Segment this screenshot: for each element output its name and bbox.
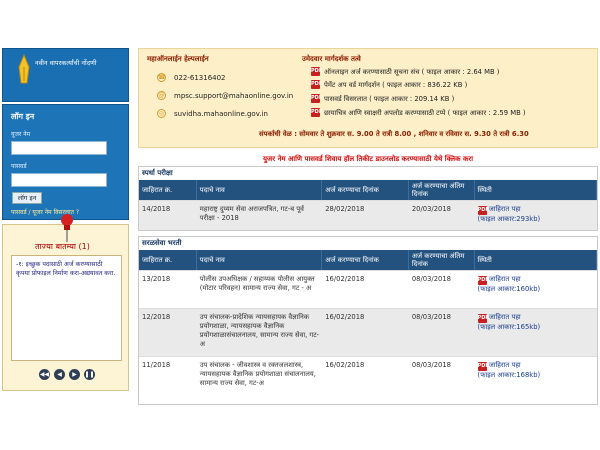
status-cell: PDF जाहिरात पहा (फाइल आकार:160kb) <box>477 275 541 293</box>
table-header: जाहिरात क्र. पदाचे नाव अर्ज करण्याचा दिन… <box>139 250 597 270</box>
phone-row: ☎ 022-61316402 <box>157 73 226 82</box>
phone-icon: ☎ <box>157 73 166 82</box>
view-advertisement-link[interactable]: जाहिरात पहा <box>489 361 521 369</box>
pdf-icon: PDF <box>477 276 489 285</box>
col-start-date: अर्ज करण्याचा दिनांक <box>322 180 409 200</box>
email-icon: @ <box>157 91 166 100</box>
contact-hours: संपर्काची वेळ : सोमवार ते शुक्रवार स. 9.… <box>259 130 529 138</box>
globe-icon: ◎ <box>157 109 166 118</box>
username-label: यूजर नेम <box>11 131 31 138</box>
previous-icon[interactable]: ◀ <box>54 369 65 380</box>
top-strip <box>0 0 600 44</box>
login-title: लॉग इन <box>11 112 35 121</box>
pdf-icon: PDF <box>477 362 489 371</box>
table-row: 12/2018 उप संचालक-प्रादेशिक न्यायसहायक व… <box>139 308 597 356</box>
section-title: स्पर्धा परीक्षा <box>139 167 597 180</box>
status-cell: PDF जाहिरात पहा (फाइल आकार:165kb) <box>477 313 541 331</box>
email-address[interactable]: mpsc.support@mahaonline.gov.in <box>174 92 293 100</box>
hall-ticket-link[interactable]: युजर नेम आणि पासवर्ड शिवाय हॉल तिकीट डाउ… <box>138 155 598 164</box>
helpline-box: महाऑनलाईन हेल्पलाईन ☎ 022-61316402 @ mps… <box>138 48 598 148</box>
pdf-icon: PDF <box>311 67 323 76</box>
phone-number: 022-61316402 <box>174 73 226 82</box>
password-input[interactable] <box>11 173 107 187</box>
pdf-icon: PDF <box>477 206 489 215</box>
section-title: सरळसेवा भरती <box>139 237 597 250</box>
col-end-date: अर्ज करण्याचा अंतिम दिनांक <box>409 180 475 200</box>
guideline-item[interactable]: PDF पेमेंट अप वर्ड मार्गदर्शन ( फाइल आका… <box>311 80 467 89</box>
table-header: जाहिरात क्र. पदाचे नाव अर्ज करण्याचा दिन… <box>139 180 597 200</box>
view-advertisement-link[interactable]: जाहिरात पहा <box>489 313 521 321</box>
pause-icon[interactable]: ❚❚ <box>84 369 95 380</box>
col-adv-no: जाहिरात क्र. <box>139 180 197 200</box>
exam-section: स्पर्धा परीक्षा जाहिरात क्र. पदाचे नाव अ… <box>138 166 598 231</box>
view-advertisement-link[interactable]: जाहिरात पहा <box>489 205 521 213</box>
site-address[interactable]: suvidha.mahaonline.gov.in <box>174 110 268 118</box>
guideline-item[interactable]: PDF पासवर्ड विसरलात ( फाइल आकार : 209.14… <box>311 94 454 103</box>
guideline-item[interactable]: PDF ऑनलाइन अर्ज करण्यासाठी सूचना संच ( फ… <box>311 67 499 76</box>
table-row: 13/2018 पोलीस उपअधिक्षक / सहाय्यक पोलीस … <box>139 270 597 308</box>
next-icon[interactable]: ▶ <box>69 369 80 380</box>
site-row: ◎ suvidha.mahaonline.gov.in <box>157 109 268 118</box>
rewind-icon[interactable]: ◀◀ <box>39 369 50 380</box>
pdf-icon: PDF <box>311 108 323 117</box>
table-row: 14/2018 महाराष्ट्र दुय्यम सेवा अराजपत्रि… <box>139 200 597 230</box>
recruitment-section: सरळसेवा भरती जाहिरात क्र. पदाचे नाव अर्ज… <box>138 236 598 405</box>
new-user-registration[interactable]: नवीन वापरकर्त्यांची नोंदणी <box>2 48 129 102</box>
guideline-item[interactable]: PDF छायाचित्र आणि स्वाक्षरी अपलोड करण्या… <box>311 108 526 117</box>
new-user-label: नवीन वापरकर्त्यांची नोंदणी <box>35 59 97 67</box>
helpline-title: महाऑनलाईन हेल्पलाईन <box>147 55 209 63</box>
pdf-icon: PDF <box>311 80 323 89</box>
pdf-icon: PDF <box>311 94 323 103</box>
news-body: -१: इच्छुक पदासाठी अर्ज करण्यासाठी कृपया… <box>11 255 122 361</box>
col-post-name: पदाचे नाव <box>197 180 323 200</box>
status-cell: PDF जाहिरात पहा (फाइल आकार:293kb) <box>477 205 541 223</box>
login-button[interactable]: लॉग इन <box>12 192 42 204</box>
status-cell: PDF जाहिरात पहा (फाइल आकार:168kb) <box>477 361 541 379</box>
pushpin-icon <box>61 214 73 242</box>
email-row: @ mpsc.support@mahaonline.gov.in <box>157 91 293 100</box>
news-panel: ताज्या बातम्या (1) -१: इच्छुक पदासाठी अर… <box>2 214 129 391</box>
password-label: पासवर्ड <box>11 163 27 170</box>
guidelines-title: उमेदवार मार्गदर्शक तत्वे <box>302 55 361 63</box>
view-advertisement-link[interactable]: जाहिरात पहा <box>489 275 521 283</box>
news-title: ताज्या बातम्या (1) <box>35 242 90 251</box>
pdf-icon: PDF <box>477 314 489 323</box>
pen-icon <box>18 53 30 84</box>
login-panel: लॉग इन यूजर नेम पासवर्ड लॉग इन पासवर्ड /… <box>2 104 129 220</box>
table-row: 11/2018 उप संचालक - जीवशास्त्र व रक्तजलश… <box>139 356 597 404</box>
left-column: नवीन वापरकर्त्यांची नोंदणी लॉग इन यूजर न… <box>2 48 129 391</box>
username-input[interactable] <box>11 141 107 155</box>
col-status: स्थिती <box>475 180 597 200</box>
news-controls: ◀◀ ◀ ▶ ❚❚ <box>39 369 95 380</box>
